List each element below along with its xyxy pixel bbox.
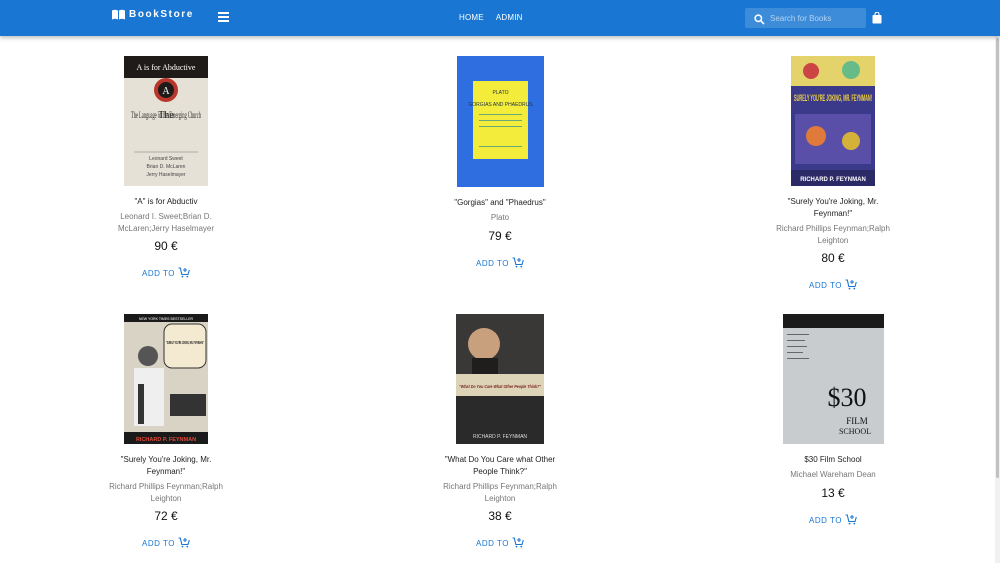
book-authors: Richard Phillips Feynman;Ralph Leighton xyxy=(443,482,557,503)
book-price: 90 € xyxy=(154,239,178,253)
svg-text:"What Do You Care What Other P: "What Do You Care What Other People Thin… xyxy=(459,384,542,390)
book-card: SURELY YOU'RE JOKING, MR. FEYNMAN! RICHA… xyxy=(753,56,913,293)
svg-text:Leonard Sweet: Leonard Sweet xyxy=(149,156,183,162)
svg-text:A: A xyxy=(162,86,170,97)
book-price: 38 € xyxy=(488,509,512,523)
app-bar: BookStore HOME ADMIN xyxy=(0,0,1000,36)
search-input[interactable] xyxy=(770,10,862,26)
book-title[interactable]: "A" is for Abductiv xyxy=(86,196,246,208)
svg-text:RICHARD P. FEYNMAN: RICHARD P. FEYNMAN xyxy=(800,177,866,183)
add-to-label: ADD TO xyxy=(809,515,842,525)
book-cover[interactable]: PLATO GORGIAS AND PHAEDRUS xyxy=(456,56,544,187)
book-title[interactable]: "Gorgias" and "Phaedrus" xyxy=(420,197,580,209)
add-to-cart-button[interactable]: ADD TO xyxy=(809,279,857,292)
svg-text:GORGIAS AND PHAEDRUS: GORGIAS AND PHAEDRUS xyxy=(468,102,533,108)
page-scrollbar[interactable] xyxy=(995,36,1000,563)
add-to-cart-button[interactable]: ADD TO xyxy=(476,256,524,270)
book-card: "What Do You Care What Other People Thin… xyxy=(420,314,580,551)
book-icon xyxy=(112,9,125,20)
add-to-cart-button[interactable]: ADD TO xyxy=(142,537,190,550)
book-card: $30 FILM SCHOOL $30 Film School Michael … xyxy=(753,314,913,528)
book-authors: Richard Phillips Feynman;Ralph Leighton xyxy=(776,224,890,245)
search-box xyxy=(745,8,866,28)
svg-text:RICHARD P. FEYNMAN: RICHARD P. FEYNMAN xyxy=(136,437,196,443)
add-shopping-cart-icon xyxy=(845,513,857,527)
book-authors: Michael Wareham Dean xyxy=(790,470,876,479)
brand-name: BookStore xyxy=(129,9,194,20)
add-to-label: ADD TO xyxy=(142,539,175,548)
book-cover[interactable]: NEW YORK TIMES BESTSELLER "SURELY YOU'RE… xyxy=(124,314,208,444)
svg-text:SCHOOL: SCHOOL xyxy=(838,427,870,436)
book-authors: Leonard I. Sweet;Brian D. McLaren;Jerry … xyxy=(117,212,215,233)
svg-text:RICHARD P. FEYNMAN: RICHARD P. FEYNMAN xyxy=(473,434,527,440)
book-cover[interactable]: A is for Abductive A The The Language of… xyxy=(124,56,208,186)
book-authors: Plato xyxy=(490,213,510,222)
add-to-cart-button[interactable]: ADD TO xyxy=(809,513,857,527)
svg-text:SURELY YOU'RE JOKING, MR. FEYN: SURELY YOU'RE JOKING, MR. FEYNMAN! xyxy=(794,93,872,103)
nav-admin-link[interactable]: ADMIN xyxy=(496,13,523,22)
svg-text:FILM: FILM xyxy=(846,416,868,426)
book-cover[interactable]: SURELY YOU'RE JOKING, MR. FEYNMAN! RICHA… xyxy=(791,56,875,186)
book-price: 80 € xyxy=(821,251,845,265)
svg-text:$30: $30 xyxy=(827,383,866,412)
book-cover[interactable]: $30 FILM SCHOOL xyxy=(782,314,884,444)
svg-text:The Language of the Emerging C: The Language of the Emerging Church xyxy=(131,110,201,120)
svg-text:Brian D. McLaren: Brian D. McLaren xyxy=(147,164,186,170)
add-to-cart-button[interactable]: ADD TO xyxy=(476,537,524,550)
add-to-label: ADD TO xyxy=(809,281,842,290)
book-card: A is for Abductive A The The Language of… xyxy=(86,56,246,281)
main-nav: HOME ADMIN xyxy=(459,13,523,22)
add-to-label: ADD TO xyxy=(142,269,175,278)
svg-text:A is for Abductive: A is for Abductive xyxy=(137,63,196,72)
add-to-label: ADD TO xyxy=(476,258,509,268)
add-shopping-cart-icon xyxy=(178,267,190,280)
svg-text:Jerry Haselmayer: Jerry Haselmayer xyxy=(146,172,186,178)
book-price: 13 € xyxy=(821,485,845,500)
book-card: NEW YORK TIMES BESTSELLER "SURELY YOU'RE… xyxy=(86,314,246,551)
svg-text:NEW YORK TIMES BESTSELLER: NEW YORK TIMES BESTSELLER xyxy=(139,317,194,321)
shopping-bag-icon[interactable] xyxy=(872,11,882,29)
search-icon xyxy=(754,12,765,30)
add-shopping-cart-icon xyxy=(512,256,524,270)
menu-icon[interactable] xyxy=(218,12,229,22)
book-cover[interactable]: "What Do You Care What Other People Thin… xyxy=(456,314,544,444)
svg-text:"SURELY YOU'RE JOKING, MR. FEY: "SURELY YOU'RE JOKING, MR. FEYNMAN!" xyxy=(166,340,204,345)
brand[interactable]: BookStore xyxy=(112,9,194,20)
scrollbar-thumb[interactable] xyxy=(996,38,999,478)
book-price: 79 € xyxy=(488,228,512,243)
book-title[interactable]: "Surely You're Joking, Mr. Feynman!" xyxy=(86,454,246,478)
book-title[interactable]: "What Do You Care what Other People Thin… xyxy=(420,454,580,478)
book-card: PLATO GORGIAS AND PHAEDRUS "Gorgias" and… xyxy=(420,56,580,271)
book-title[interactable]: $30 Film School xyxy=(753,454,913,466)
add-shopping-cart-icon xyxy=(178,537,190,550)
book-price: 72 € xyxy=(154,509,178,523)
nav-home-link[interactable]: HOME xyxy=(459,13,484,22)
add-shopping-cart-icon xyxy=(845,279,857,292)
book-title[interactable]: "Surely You're Joking, Mr. Feynman!" xyxy=(753,196,913,220)
add-to-label: ADD TO xyxy=(476,539,509,548)
add-shopping-cart-icon xyxy=(512,537,524,550)
book-authors: Richard Phillips Feynman;Ralph Leighton xyxy=(109,482,223,503)
add-to-cart-button[interactable]: ADD TO xyxy=(142,267,190,280)
svg-text:PLATO: PLATO xyxy=(492,90,508,96)
